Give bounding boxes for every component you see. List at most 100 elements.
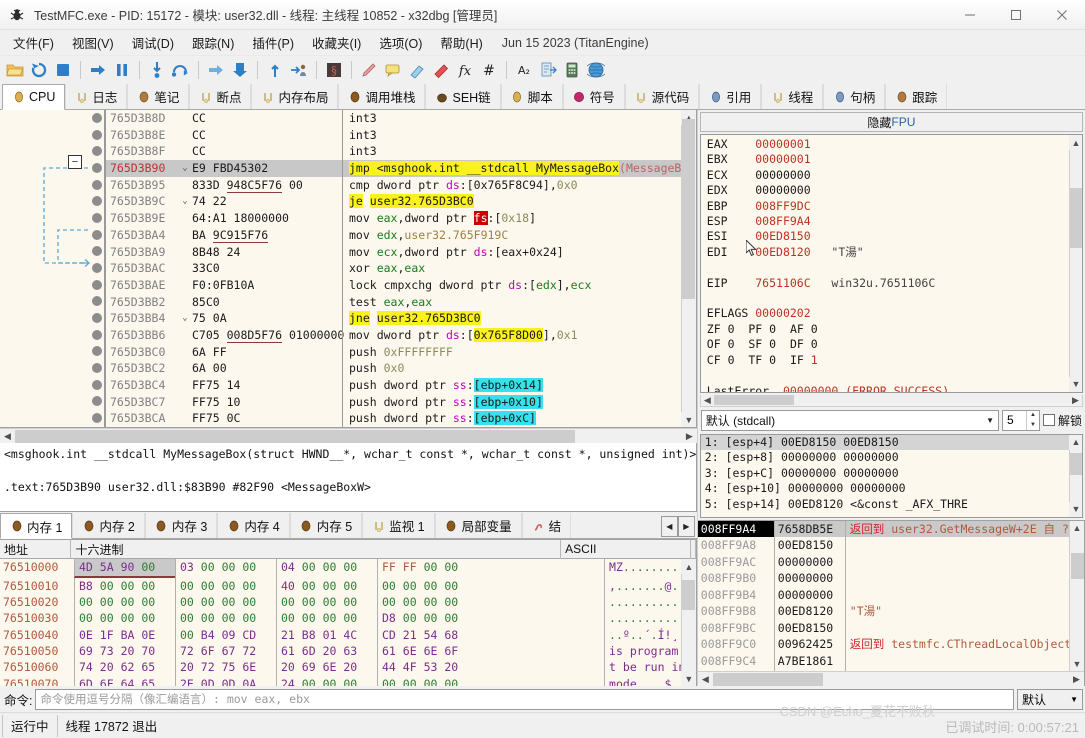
function-icon[interactable]: fx xyxy=(454,59,476,81)
dump-hex-group[interactable]: 69 73 20 70 xyxy=(74,642,175,660)
disassembly-row[interactable]: 765D3B8E CC int3 xyxy=(106,126,681,144)
restart-icon[interactable] xyxy=(28,59,50,81)
disassembly-row[interactable]: 765D3B8F CC int3 xyxy=(106,143,681,161)
register-spacer[interactable] xyxy=(707,368,1069,383)
tab-dump-5[interactable]: 内存 5 xyxy=(289,513,363,539)
stepper-buttons[interactable]: ▲ ▼ xyxy=(1025,410,1039,430)
arg-scroll-down-arrow[interactable]: ▼ xyxy=(1068,501,1082,517)
disassembly-row[interactable]: 765D3BAC 33C0 xor eax,eax xyxy=(106,260,681,277)
chevron-down-icon[interactable] xyxy=(178,227,192,244)
dump-row[interactable]: 76510050 69 73 20 70 72 6F 67 72 61 6D 20 6… xyxy=(0,642,681,660)
reg-hscroll-right-arrow[interactable]: ▶ xyxy=(1069,395,1082,406)
menu-trace[interactable]: 跟踪(N) xyxy=(183,30,243,55)
menu-plugins[interactable]: 插件(P) xyxy=(243,30,303,55)
disassembly-hscrollbar[interactable]: ◀ ▶ xyxy=(0,428,697,443)
menu-options[interactable]: 选项(O) xyxy=(370,30,431,55)
disassembly-vscrollbar[interactable]: ▲ ▼ xyxy=(680,110,697,427)
register-ebx[interactable]: EBX 00000001 xyxy=(707,152,1069,167)
dump-hex-group[interactable]: 20 72 75 6E xyxy=(175,659,276,676)
arg-scroll-up-arrow[interactable]: ▲ xyxy=(1068,434,1082,450)
pause-icon[interactable] xyxy=(111,59,133,81)
step-over-icon[interactable] xyxy=(170,59,192,81)
dump-hex-group[interactable]: 4D 5A 90 00 xyxy=(74,559,175,578)
stack-scroll-down-arrow[interactable]: ▼ xyxy=(1069,656,1084,672)
tab-symbols[interactable]: 符号 xyxy=(562,84,625,109)
stepper-up-icon[interactable]: ▲ xyxy=(1027,411,1039,421)
register-esp[interactable]: ESP 008FF9A4 xyxy=(707,214,1069,229)
register-esi[interactable]: ESI 00ED8150 xyxy=(707,229,1069,244)
pencil-icon[interactable] xyxy=(358,59,380,81)
stop-icon[interactable] xyxy=(52,59,74,81)
tab-memory-map[interactable]: 内存布局 xyxy=(251,84,339,109)
dump-hex-group[interactable]: 03 00 00 00 xyxy=(175,559,276,578)
dump-hex-group[interactable]: 44 4F 53 20 xyxy=(377,659,478,676)
disassembly-row[interactable]: 765D3BC7 FF75 10 push dword ptr ss:[ebp+0x… xyxy=(106,393,681,411)
chevron-down-icon[interactable]: ⌄ xyxy=(178,310,192,327)
command-mode-select[interactable]: 默认 ▼ xyxy=(1017,688,1083,710)
disassembly-row[interactable]: 765D3BA9 8B48 24 mov ecx,dword ptr ds:[eax… xyxy=(106,243,681,261)
chevron-down-icon[interactable] xyxy=(178,294,192,311)
stack-row[interactable]: 008FF9C0 00962425 返回到 testmfc.CThreadLocal… xyxy=(698,636,1069,653)
tab-scroll-left-button[interactable]: ◀ xyxy=(660,516,678,538)
dump-hex-group[interactable]: CD 21 54 68 xyxy=(377,626,478,643)
register-eip[interactable]: EIP 7651106C win32u.7651106C xyxy=(707,276,1069,291)
dump-vscrollbar[interactable]: ▲ ▼ xyxy=(680,559,696,686)
dump-row[interactable]: 76510040 0E 1F BA 0E 00 B4 09 CD 21 B8 01 4… xyxy=(0,626,681,643)
chevron-down-icon[interactable] xyxy=(178,344,192,361)
chevron-down-icon[interactable] xyxy=(178,277,192,294)
tab-source[interactable]: 源代码 xyxy=(624,84,700,109)
flags-row[interactable]: CF 0 TF 0 IF 1 xyxy=(707,353,1069,368)
flags-row[interactable]: OF 0 SF 0 DF 0 xyxy=(707,337,1069,352)
argument-row[interactable]: 4: [esp+10] 00000000 00000000 xyxy=(701,481,1069,497)
run-icon[interactable] xyxy=(87,59,109,81)
disassembly-row[interactable]: 765D3B95 833D 948C5F76 00 cmp dword ptr ds… xyxy=(106,176,681,194)
tab-trace[interactable]: 跟踪 xyxy=(885,84,948,109)
disassembly-row[interactable]: 765D3BCA FF75 0C push dword ptr ss:[ebp+0x… xyxy=(106,410,681,427)
menu-file[interactable]: 文件(F) xyxy=(4,30,63,55)
chevron-down-icon[interactable] xyxy=(178,260,192,277)
register-eflags[interactable]: EFLAGS 00000202 xyxy=(707,306,1069,321)
tab-dump-3[interactable]: 内存 3 xyxy=(144,513,218,539)
stack-row[interactable]: 008FF9A8 00ED8150 xyxy=(698,537,1069,554)
stack-hscroll-right-arrow[interactable]: ▶ xyxy=(1069,672,1084,687)
dump-hex-group[interactable]: 00 00 00 00 xyxy=(377,594,478,611)
dump-col-hex[interactable]: 十六进制 xyxy=(71,539,562,559)
tab-dump-4[interactable]: 内存 4 xyxy=(217,513,290,539)
dump-hex-group[interactable]: 00 00 00 00 xyxy=(175,594,276,611)
dump-hex-group[interactable]: 04 00 00 00 xyxy=(276,559,377,578)
tab-cpu[interactable]: CPU xyxy=(2,84,66,110)
stack-vscrollbar[interactable]: ▲ ▼ xyxy=(1069,520,1084,672)
chevron-down-icon[interactable]: ⌄ xyxy=(178,193,192,210)
dump-hex-group[interactable]: 0E 1F BA 0E xyxy=(74,626,175,643)
stack-rows[interactable]: 008FF9A4 7658DB5E 返回到 user32.GetMessageW+2… xyxy=(697,520,1069,672)
chevron-down-icon[interactable] xyxy=(178,143,192,160)
argument-row[interactable]: 2: [esp+8] 00000000 00000000 xyxy=(701,450,1069,466)
dump-hex-cells[interactable]: 00 00 00 00 00 00 00 00 00 00 00 00 00 00 0… xyxy=(74,594,604,611)
dump-hex-group[interactable]: 6D 6F 64 65 xyxy=(74,675,175,686)
arguments-list[interactable]: 1: [esp+4] 00ED8150 00ED8150 2: [esp+8] 0… xyxy=(700,434,1069,517)
tab-seh-chain[interactable]: SEH链 xyxy=(425,84,501,109)
reg-scroll-up-arrow[interactable]: ▲ xyxy=(1068,135,1082,150)
tab-references[interactable]: 引用 xyxy=(699,84,762,109)
step-down-icon[interactable] xyxy=(205,59,227,81)
stack-row[interactable]: 008FF9AC 00000000 xyxy=(698,553,1069,571)
disassembly-row[interactable]: 765D3B90 ⌄ E9 FBD45302 jmp <msghook.int __s… xyxy=(106,160,681,177)
argument-row[interactable]: 1: [esp+4] 00ED8150 00ED8150 xyxy=(700,434,1069,451)
tab-threads[interactable]: 线程 xyxy=(761,84,824,109)
dump-row[interactable]: 76510010 B8 00 00 00 00 00 00 00 40 00 00 0… xyxy=(0,577,681,595)
dump-row[interactable]: 76510030 00 00 00 00 00 00 00 00 00 00 00 0… xyxy=(0,610,681,627)
register-edx[interactable]: EDX 00000000 xyxy=(707,183,1069,198)
argument-row[interactable]: 3: [esp+C] 00000000 00000000 xyxy=(701,466,1069,482)
dump-hex-cells[interactable]: 6D 6F 64 65 2E 0D 0D 0A 24 00 00 00 00 00 0… xyxy=(74,675,604,686)
tab-breakpoints[interactable]: 断点 xyxy=(189,84,252,109)
close-button[interactable] xyxy=(1039,0,1085,30)
tab-dump-1[interactable]: 内存 1 xyxy=(0,513,73,540)
dump-hex-group[interactable]: D8 00 00 00 xyxy=(377,610,478,627)
disassembly-row[interactable]: 765D3B8D CC int3 xyxy=(106,110,681,127)
dump-hex-group[interactable]: 40 00 00 00 xyxy=(276,577,377,595)
registers-vscrollbar[interactable]: ▲ ▼ xyxy=(1068,135,1082,392)
dump-hex-cells[interactable]: 74 20 62 65 20 72 75 6E 20 69 6E 20 44 4F 5… xyxy=(74,659,604,676)
chevron-down-icon[interactable] xyxy=(178,244,192,261)
step-out-icon[interactable] xyxy=(264,59,286,81)
tab-locals[interactable]: 局部变量 xyxy=(434,513,522,539)
